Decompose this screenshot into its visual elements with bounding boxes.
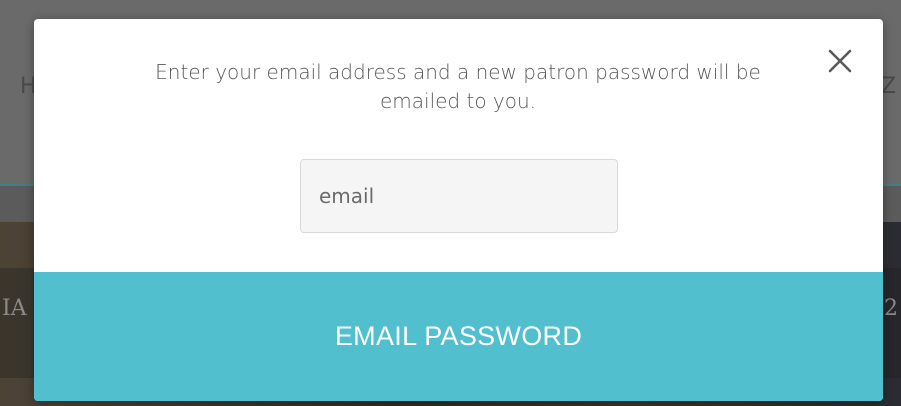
- modal-message: Enter your email address and a new patro…: [155, 60, 761, 113]
- close-button[interactable]: [824, 45, 856, 77]
- background-partial-text-right: Z: [881, 74, 897, 99]
- forgot-password-modal: Enter your email address and a new patro…: [34, 19, 883, 401]
- email-password-button[interactable]: EMAIL PASSWORD: [34, 272, 883, 401]
- close-icon: [828, 49, 852, 73]
- background-strip-text-left: IA: [2, 296, 27, 321]
- email-input[interactable]: [300, 159, 618, 233]
- background-strip-text-right: 2: [884, 296, 898, 321]
